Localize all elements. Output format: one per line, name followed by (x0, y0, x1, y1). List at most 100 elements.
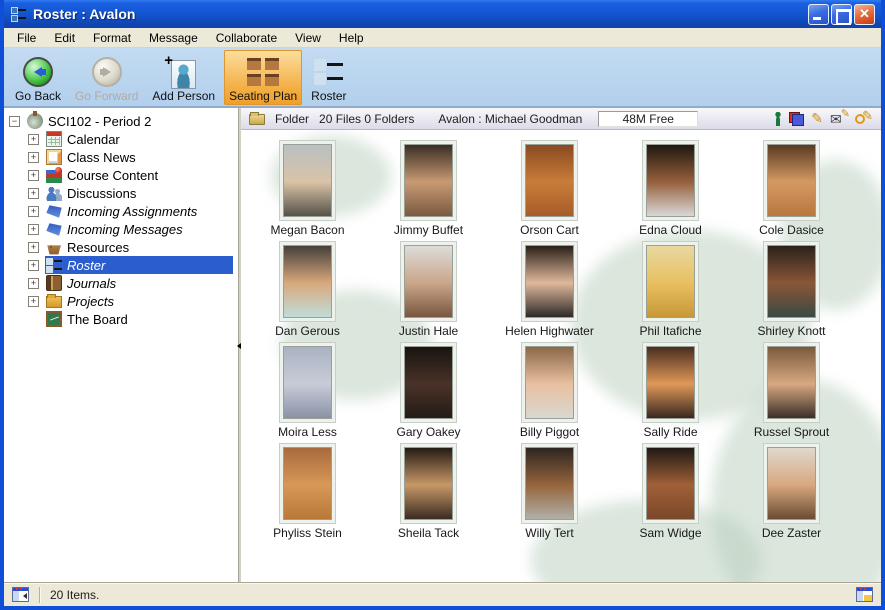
expand-icon[interactable]: + (28, 152, 39, 163)
student-photo (404, 346, 453, 419)
sidebar-item-incoming-assignments[interactable]: +Incoming Assignments (4, 202, 238, 220)
expand-icon[interactable]: + (28, 134, 39, 145)
sidebar-item-sci102-period-2[interactable]: − SCI102 - Period 2 (4, 112, 238, 130)
student-sam-widge[interactable]: Sam Widge (610, 443, 731, 544)
student-shirley-knott[interactable]: Shirley Knott (731, 241, 852, 342)
student-moira-less[interactable]: Moira Less (247, 342, 368, 443)
student-phyliss-stein[interactable]: Phyliss Stein (247, 443, 368, 544)
student-photo (404, 447, 453, 520)
window-title: Roster : Avalon (33, 6, 802, 22)
panel-toggle-icon[interactable] (12, 587, 29, 602)
expand-icon[interactable]: + (28, 242, 39, 253)
student-photo (525, 447, 574, 520)
student-jimmy-buffet[interactable]: Jimmy Buffet (368, 140, 489, 241)
expand-icon[interactable]: + (28, 296, 39, 307)
sidebar-item-calendar[interactable]: +Calendar (4, 130, 238, 148)
seating-plan-icon (247, 58, 279, 86)
menu-message[interactable]: Message (140, 29, 207, 47)
student-helen-highwater[interactable]: Helen Highwater (489, 241, 610, 342)
mail-pencil-icon[interactable] (830, 111, 848, 126)
student-justin-hale[interactable]: Justin Hale (368, 241, 489, 342)
student-cole-dasice[interactable]: Cole Dasice (731, 140, 852, 241)
collapse-icon[interactable]: − (9, 116, 20, 127)
folder-owner: Avalon : Michael Goodman (438, 112, 582, 126)
sidebar-item-roster[interactable]: +Roster (4, 256, 238, 274)
photo-frame (642, 140, 699, 221)
body: −SCI102 - Period 2+Calendar+Class News+C… (4, 108, 881, 582)
student-name: Jimmy Buffet (394, 223, 463, 237)
student-photo (404, 245, 453, 318)
folder-counts: 20 Files 0 Folders (319, 112, 414, 126)
sidebar-item-discussions[interactable]: + Discussions (4, 184, 238, 202)
menu-collaborate[interactable]: Collaborate (207, 29, 286, 47)
photo-frame (521, 443, 578, 524)
go-back-button[interactable]: Go Back (10, 50, 66, 105)
sidebar-item-journals[interactable]: +Journals (4, 274, 238, 292)
basket-icon (46, 239, 62, 255)
close-button[interactable] (854, 4, 875, 25)
go-forward-button: Go Forward (70, 50, 143, 105)
student-name: Sam Widge (639, 526, 701, 540)
student-dee-zaster[interactable]: Dee Zaster (731, 443, 852, 544)
student-sally-ride[interactable]: Sally Ride (610, 342, 731, 443)
photo-frame (279, 443, 336, 524)
student-name: Sheila Tack (398, 526, 459, 540)
title-bar[interactable]: Roster : Avalon (4, 0, 881, 28)
expand-icon[interactable]: + (28, 170, 39, 181)
student-gary-oakey[interactable]: Gary Oakey (368, 342, 489, 443)
photo-frame (279, 342, 336, 423)
app-window: Roster : Avalon FileEditFormatMessageCol… (0, 0, 885, 610)
maximize-button[interactable] (831, 4, 852, 25)
menu-edit[interactable]: Edit (45, 29, 84, 47)
student-name: Sally Ride (643, 425, 697, 439)
student-edna-cloud[interactable]: Edna Cloud (610, 140, 731, 241)
student-photo (646, 447, 695, 520)
sidebar-item-resources[interactable]: + Resources (4, 238, 238, 256)
menu-file[interactable]: File (8, 29, 45, 47)
expand-icon[interactable]: + (28, 188, 39, 199)
student-sheila-tack[interactable]: Sheila Tack (368, 443, 489, 544)
seating-plan-button[interactable]: Seating Plan (224, 50, 302, 105)
student-phil-itafiche[interactable]: Phil Itafiche (610, 241, 731, 342)
item-count-label: 20 Items. (50, 588, 99, 602)
sidebar-item-class-news[interactable]: +Class News (4, 148, 238, 166)
pencil-icon[interactable] (811, 110, 823, 127)
people-icon (46, 185, 62, 201)
go-forward-label: Go Forward (75, 89, 138, 103)
student-photo (525, 245, 574, 318)
student-billy-piggot[interactable]: Billy Piggot (489, 342, 610, 443)
sidebar-item-projects[interactable]: +Projects (4, 292, 238, 310)
expand-icon[interactable]: + (28, 278, 39, 289)
roster-button[interactable]: Roster (306, 50, 351, 105)
photo-frame (400, 140, 457, 221)
key-pencil-icon[interactable] (855, 111, 873, 126)
sidebar-item-incoming-messages[interactable]: +Incoming Messages (4, 220, 238, 238)
sidebar-item-the-board[interactable]: The Board (4, 310, 238, 328)
sidebar-item-label: Resources (67, 240, 129, 255)
expand-icon[interactable]: + (28, 206, 39, 217)
minimize-button[interactable] (808, 4, 829, 25)
status-bar: 20 Items. (4, 582, 881, 606)
add-person-button[interactable]: Add Person (147, 50, 220, 105)
student-photo (283, 245, 332, 318)
window-toggle-icon[interactable] (856, 587, 873, 602)
expand-icon[interactable]: + (28, 224, 39, 235)
student-megan-bacon[interactable]: Megan Bacon (247, 140, 368, 241)
student-name: Cole Dasice (759, 223, 824, 237)
menu-help[interactable]: Help (330, 29, 373, 47)
person-icon[interactable] (774, 112, 782, 126)
menu-view[interactable]: View (286, 29, 330, 47)
student-name: Orson Cart (520, 223, 579, 237)
student-orson-cart[interactable]: Orson Cart (489, 140, 610, 241)
student-name: Moira Less (278, 425, 337, 439)
student-name: Phil Itafiche (639, 324, 701, 338)
student-willy-tert[interactable]: Willy Tert (489, 443, 610, 544)
expand-icon[interactable]: + (28, 260, 39, 271)
sidebar-item-label: SCI102 - Period 2 (48, 114, 151, 129)
student-dan-gerous[interactable]: Dan Gerous (247, 241, 368, 342)
student-russel-sprout[interactable]: Russel Sprout (731, 342, 852, 443)
menu-format[interactable]: Format (84, 29, 140, 47)
sidebar-item-course-content[interactable]: +Course Content (4, 166, 238, 184)
layers-icon[interactable] (789, 112, 804, 126)
sidebar-item-label: Discussions (67, 186, 136, 201)
